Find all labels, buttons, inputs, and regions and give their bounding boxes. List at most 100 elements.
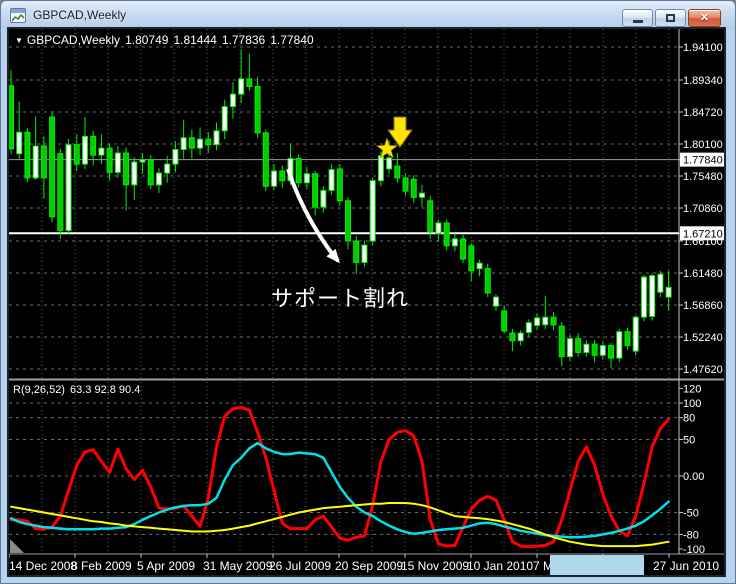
candle-body	[460, 238, 467, 260]
candle-body	[361, 244, 368, 263]
candle-body	[566, 338, 573, 358]
oscillator-scale-label: -100	[683, 544, 705, 556]
date-axis-label: 20 Sep 2009	[335, 559, 403, 573]
candle-body	[147, 159, 154, 186]
candle-body	[599, 345, 606, 356]
pane-resize-grip[interactable]	[10, 539, 24, 553]
candle-body	[65, 144, 72, 232]
candle-body	[73, 144, 80, 165]
candle-body	[57, 153, 64, 232]
candle-body	[188, 137, 195, 149]
candle-body	[131, 161, 138, 186]
candle-body	[484, 268, 491, 294]
candle-body	[49, 116, 56, 218]
candle-body	[197, 138, 204, 149]
collapse-icon[interactable]: ▼	[15, 36, 23, 45]
candle-body	[229, 93, 236, 108]
candle-body	[81, 135, 88, 165]
candle-body	[525, 322, 532, 333]
candle-body	[492, 296, 499, 307]
candle-body	[575, 338, 582, 354]
candle-body	[410, 178, 417, 198]
candle-body	[624, 331, 631, 347]
titlebar[interactable]: GBPCAD,Weekly ✕	[1, 1, 735, 29]
candle-body	[435, 222, 442, 234]
oscillator-line-fast	[9, 405, 671, 549]
candle-body	[336, 168, 343, 202]
candle-body	[583, 343, 590, 354]
price-axis-label: 1.70860	[683, 203, 723, 215]
window-controls: ✕	[622, 9, 721, 27]
candle-body	[616, 331, 623, 359]
support-break-annotation: サポート割れ	[271, 287, 410, 312]
oscillator-scale-label: -80	[683, 529, 699, 541]
pane-separator[interactable]	[9, 378, 724, 381]
app-window: GBPCAD,Weekly ✕ 1.94100 1.89340 1.84720 1.8…	[0, 0, 736, 584]
candle-body	[155, 172, 162, 186]
header-low: 1.77836	[221, 33, 266, 47]
candle-body	[632, 316, 639, 352]
candle-body	[509, 332, 516, 342]
date-axis-label: 15 Nov 2009	[401, 559, 469, 573]
candle-body	[394, 165, 401, 179]
price-axis-label: 1.77840	[683, 155, 723, 167]
indicator-values: 63.3 92.8 90.4	[69, 384, 141, 396]
candle-body	[657, 273, 664, 293]
price-axis-label: 1.94100	[683, 42, 723, 54]
candle-body	[312, 173, 319, 208]
candle-body	[402, 177, 409, 192]
candle-body	[665, 286, 672, 298]
chart-client-area[interactable]: 1.94100 1.89340 1.84720 1.80100 1.77840 1.754…	[9, 29, 724, 575]
oscillator-scale-label: 50	[683, 435, 695, 447]
candle-body	[558, 325, 565, 358]
candle-body	[608, 345, 615, 359]
price-axis-label: 1.56860	[683, 300, 723, 312]
date-axis-label: 14 Dec 2008	[9, 559, 77, 573]
restore-button[interactable]	[655, 9, 686, 27]
date-axis-label: 27 Jun 2010	[653, 559, 719, 573]
candle-body	[98, 147, 105, 156]
oscillator-scale-label: 120	[683, 383, 701, 395]
candle-body	[303, 173, 310, 184]
candle-body	[172, 149, 179, 165]
candle-body	[16, 131, 23, 155]
candle-body	[550, 316, 557, 326]
date-axis-label: 26 Jul 2009	[269, 559, 331, 573]
close-button[interactable]: ✕	[688, 9, 721, 27]
close-icon: ✕	[699, 11, 710, 24]
oscillator-scale-label: 100	[683, 398, 701, 410]
window-title: GBPCAD,Weekly	[33, 8, 127, 22]
minimize-icon	[632, 20, 643, 23]
price-axis-label: 1.61480	[683, 268, 723, 280]
oscillator-scale-label: 0.00	[683, 471, 704, 483]
price-axis-label: 1.84720	[683, 107, 723, 119]
candle-body	[369, 180, 376, 242]
chart-window-icon	[10, 7, 26, 23]
candle-body	[386, 157, 393, 170]
date-axis-label: 10 Jan 2010	[467, 559, 533, 573]
header-open: 1.80749	[125, 33, 169, 47]
candle-body	[320, 189, 327, 208]
candle-body	[328, 169, 335, 191]
price-axis-label: 1.52240	[683, 332, 723, 344]
candle-body	[139, 159, 146, 163]
candle-body	[24, 131, 31, 179]
price-axis[interactable]: 1.94100 1.89340 1.84720 1.80100 1.77840 1.754…	[679, 42, 724, 556]
candle-body	[254, 85, 261, 134]
candle-body	[501, 310, 508, 332]
candle-body	[295, 158, 302, 184]
indicator-name: R(9,26,52)	[13, 384, 65, 396]
candle-body	[279, 170, 286, 182]
date-axis-label: 8 Feb 2009	[71, 559, 132, 573]
candle-body	[221, 106, 228, 132]
candle-body	[591, 343, 598, 356]
oscillator	[9, 405, 671, 549]
header-symbol: GBPCAD,Weekly	[26, 33, 121, 47]
minimize-button[interactable]	[622, 9, 653, 27]
candle-body	[205, 138, 212, 146]
candle-body	[106, 147, 113, 173]
price-axis-label: 1.80100	[683, 139, 723, 151]
candle-body	[345, 200, 352, 242]
candle-body	[164, 163, 171, 174]
candle-body	[114, 152, 121, 173]
